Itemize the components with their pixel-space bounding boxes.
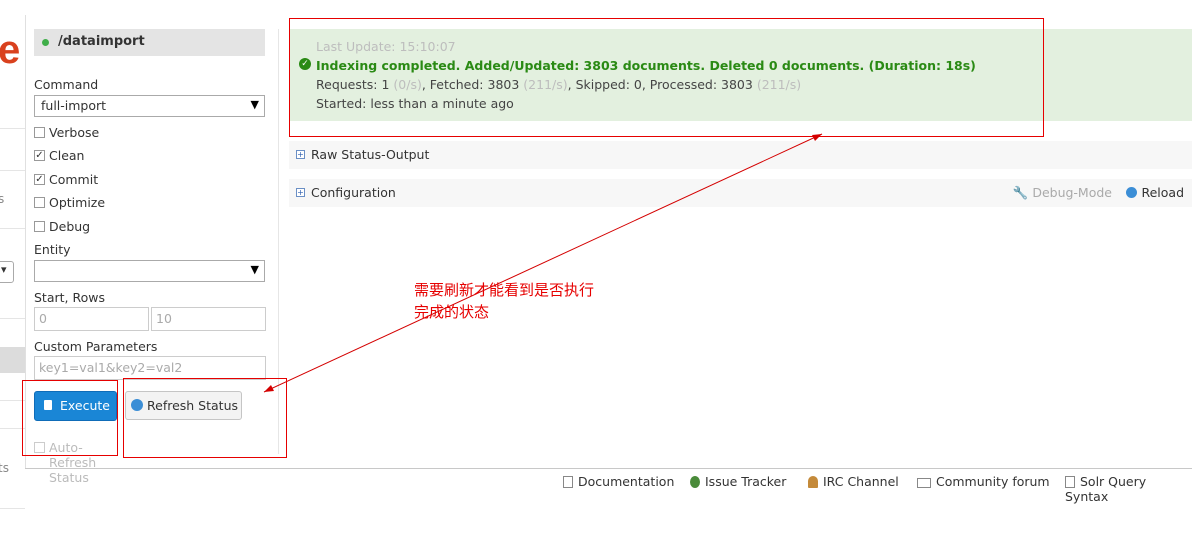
footer-community-forum-link[interactable]: Community forum bbox=[917, 474, 1050, 489]
mail-icon bbox=[917, 478, 931, 488]
community-forum-label: Community forum bbox=[936, 474, 1050, 489]
footer-query-syntax-link[interactable]: Solr Query Syntax bbox=[1065, 474, 1192, 504]
annotation-note: 需要刷新才能看到是否执行 完成的状态 bbox=[414, 279, 654, 323]
footer-issue-tracker-link[interactable]: Issue Tracker bbox=[690, 474, 786, 489]
footer-irc-channel-link[interactable]: IRC Channel bbox=[808, 474, 899, 489]
footer-documentation-link[interactable]: Documentation bbox=[563, 474, 674, 489]
annotation-arrow bbox=[263, 133, 823, 393]
annotation-line-1: 需要刷新才能看到是否执行 bbox=[414, 281, 595, 299]
bug-icon bbox=[690, 476, 700, 488]
documentation-label: Documentation bbox=[578, 474, 675, 489]
annotation-line-2: 完成的状态 bbox=[414, 303, 490, 321]
issue-tracker-label: Issue Tracker bbox=[705, 474, 787, 489]
irc-channel-label: IRC Channel bbox=[823, 474, 899, 489]
users-icon bbox=[808, 476, 818, 488]
query-syntax-label: Solr Query Syntax bbox=[1065, 474, 1147, 504]
search-doc-icon bbox=[1065, 476, 1075, 488]
document-icon bbox=[563, 476, 573, 488]
